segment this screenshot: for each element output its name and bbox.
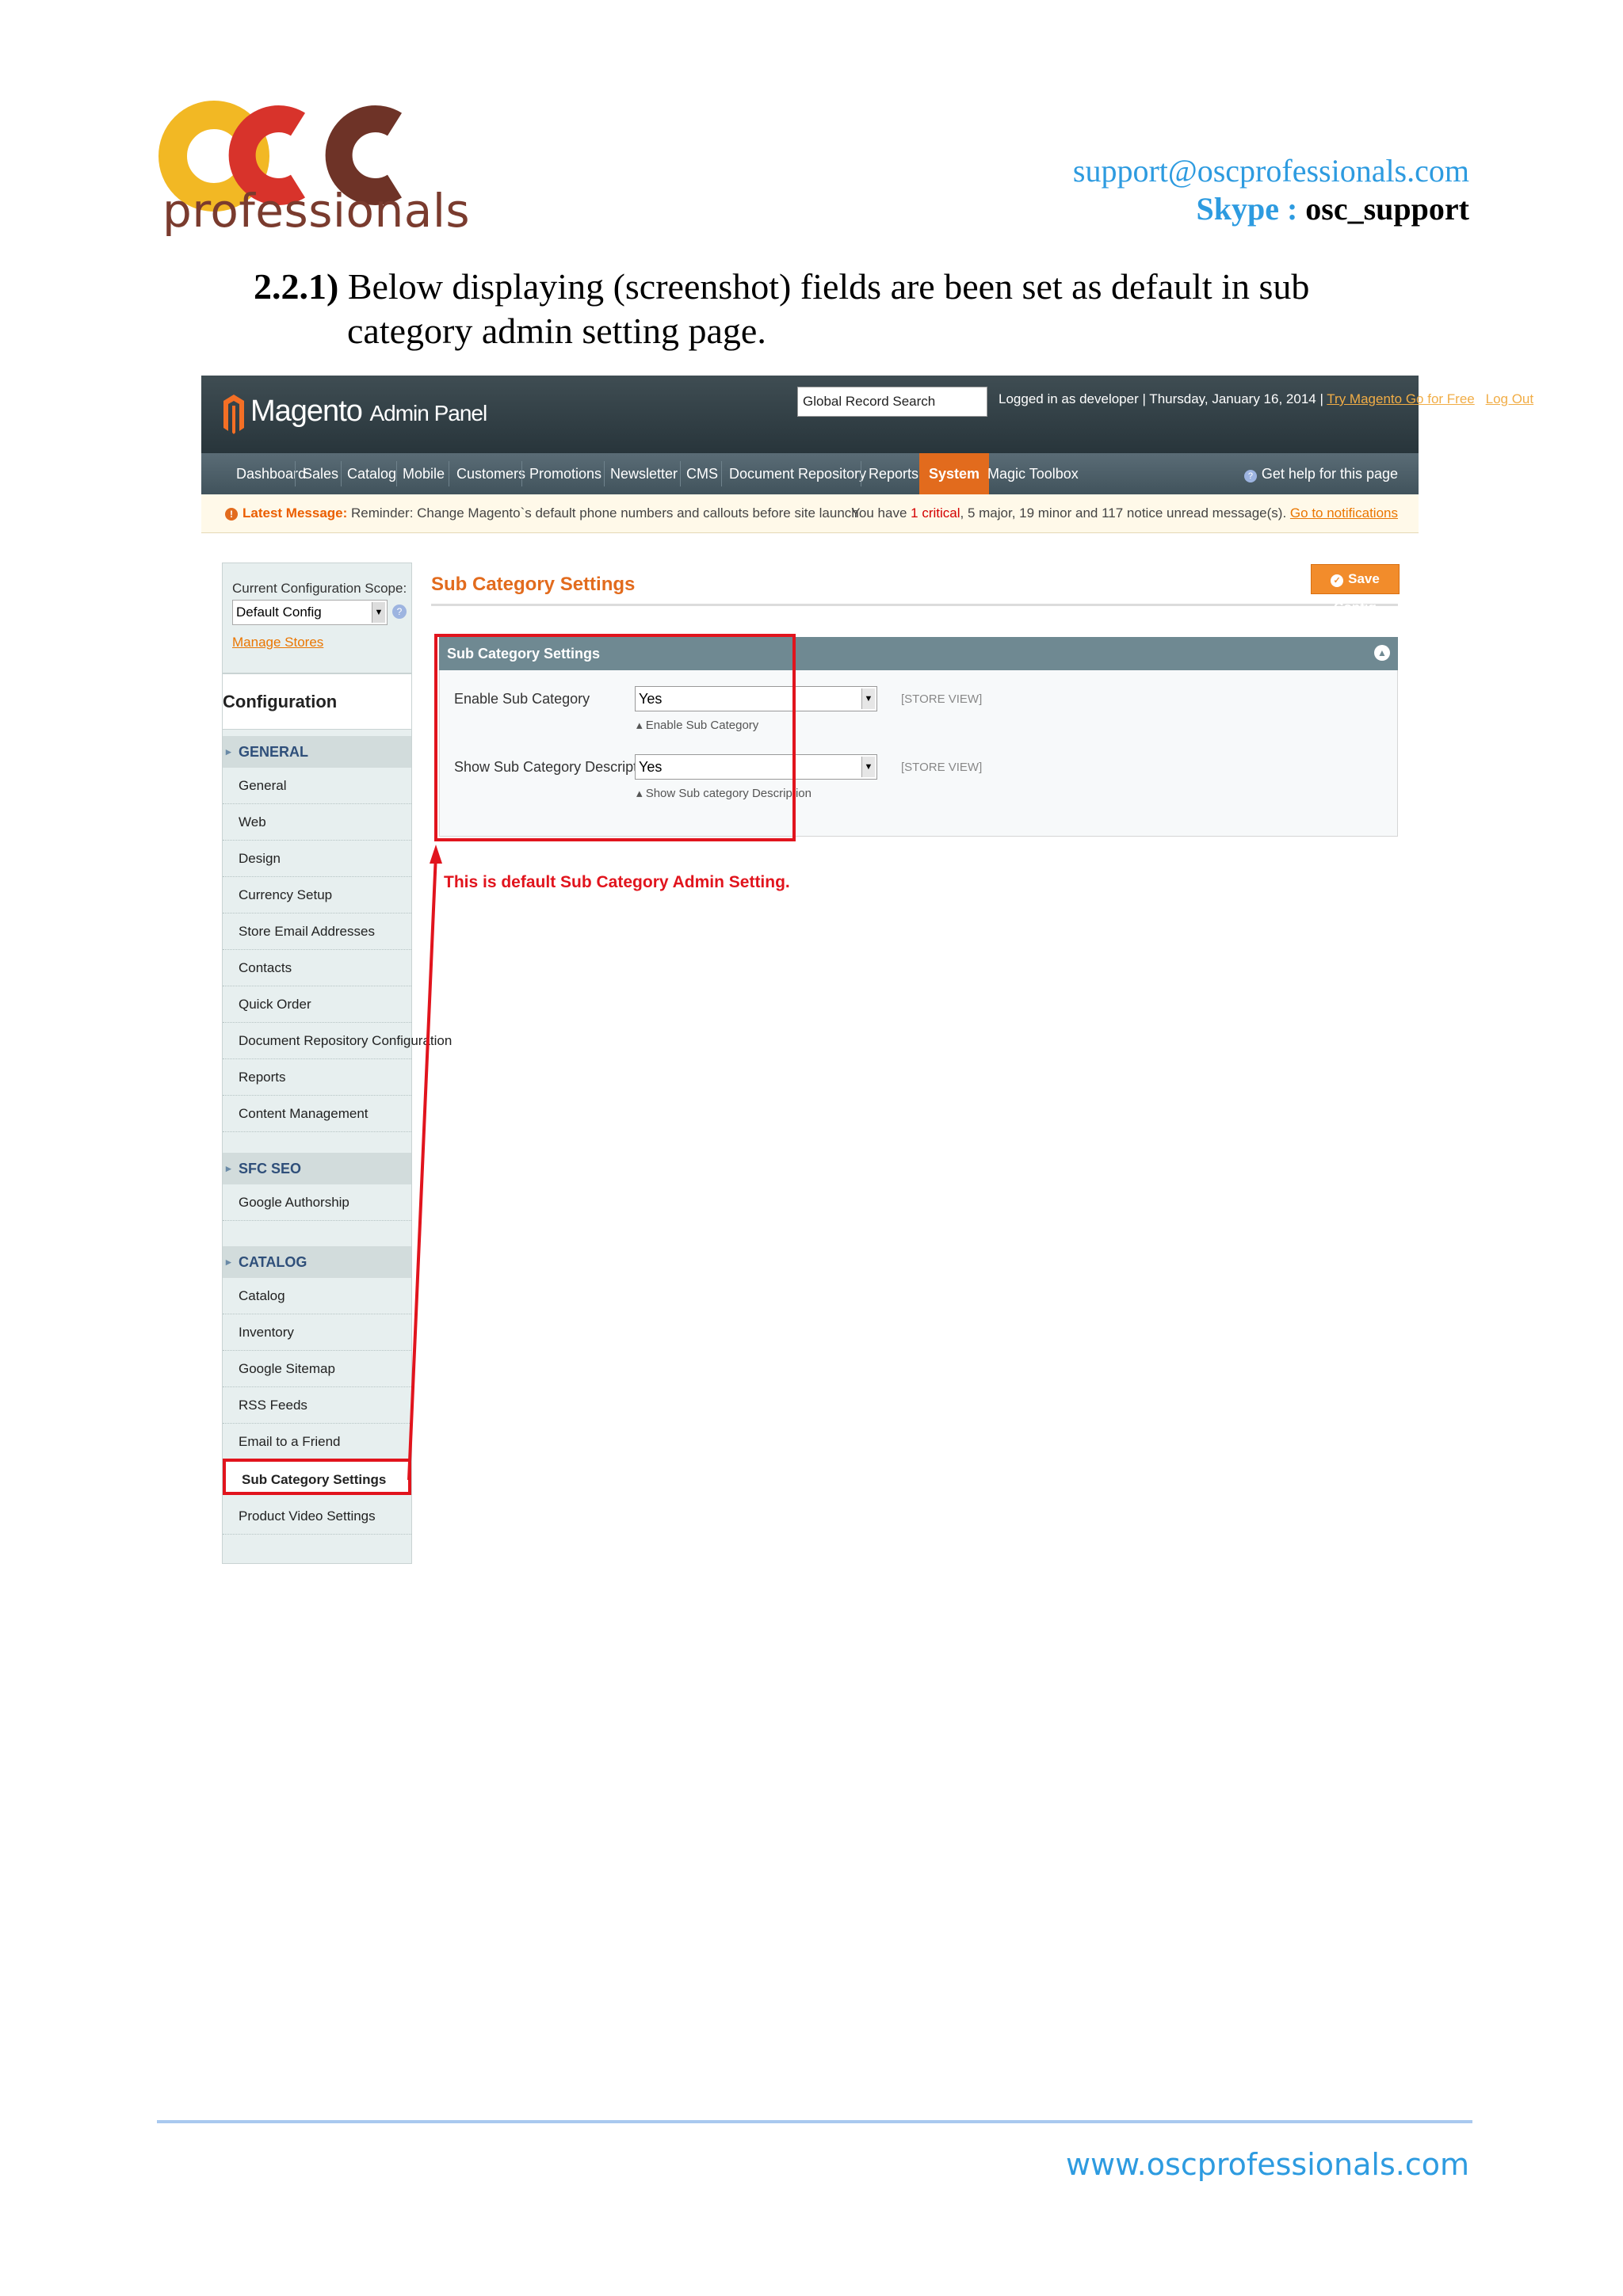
magento-logo-text: Magento Admin Panel bbox=[250, 395, 487, 428]
footer-website[interactable]: www.oscprofessionals.com bbox=[1066, 2147, 1469, 2182]
nav-system[interactable]: System bbox=[919, 453, 990, 494]
enable-sub-category-scope: [STORE VIEW] bbox=[901, 692, 983, 706]
nav-mobile[interactable]: Mobile bbox=[403, 453, 445, 494]
help-icon[interactable]: ? bbox=[392, 605, 407, 619]
sidebar-item-google-authorship[interactable]: Google Authorship bbox=[223, 1184, 411, 1221]
heading-line-2: category admin setting page. bbox=[347, 311, 766, 351]
scope-switcher: Current Configuration Scope: Default Con… bbox=[222, 563, 412, 673]
sidebar-item-inventory[interactable]: Inventory bbox=[223, 1314, 411, 1351]
sidebar-item-contacts[interactable]: Contacts bbox=[223, 950, 411, 986]
sidebar-item-general[interactable]: General bbox=[223, 768, 411, 804]
section-number: 2.2.1) bbox=[254, 266, 339, 307]
sidebar-item-store-email[interactable]: Store Email Addresses bbox=[223, 913, 411, 950]
unread-messages: You have 1 critical, 5 major, 19 minor a… bbox=[851, 505, 1398, 521]
save-config-button[interactable]: ✓ Save Config bbox=[1311, 564, 1400, 615]
contact-email[interactable]: support@oscprofessionals.com bbox=[1073, 152, 1469, 189]
nav-promotions[interactable]: Promotions bbox=[529, 453, 601, 494]
logo-wordmark: professionals bbox=[162, 184, 471, 238]
manage-stores-link[interactable]: Manage Stores bbox=[232, 635, 323, 650]
sidebar-item-document-repository[interactable]: Document Repository Configuration bbox=[223, 1023, 452, 1059]
group-general[interactable]: GENERAL bbox=[223, 736, 411, 768]
section-heading: 2.2.1) Below displaying (screenshot) fie… bbox=[254, 265, 1395, 353]
annotation-callout: This is default Sub Category Admin Setti… bbox=[444, 873, 790, 891]
skype-label: Skype : bbox=[1196, 191, 1298, 227]
sidebar-item-content-management[interactable]: Content Management bbox=[223, 1096, 411, 1132]
nav-sales[interactable]: Sales bbox=[303, 453, 338, 494]
sidebar-item-sub-category-settings[interactable]: Sub Category Settings bbox=[223, 1459, 411, 1495]
help-link[interactable]: ? Get help for this page bbox=[1243, 453, 1398, 494]
nav-reports[interactable]: Reports bbox=[869, 453, 918, 494]
annotation-highlight-box bbox=[434, 634, 796, 841]
main-navigation: Dashboard Sales Catalog Mobile Customers… bbox=[201, 453, 1419, 494]
nav-document-repository[interactable]: Document Repository bbox=[729, 453, 866, 494]
magento-header: Magento Admin Panel Global Record Search… bbox=[201, 376, 1533, 453]
sidebar-item-reports[interactable]: Reports bbox=[223, 1059, 411, 1096]
magento-screenshot: Magento Admin Panel Global Record Search… bbox=[201, 376, 1533, 1564]
footer-divider bbox=[157, 2120, 1472, 2123]
try-magento-link[interactable]: Try Magento Go for Free bbox=[1327, 391, 1474, 406]
sidebar-item-email-friend[interactable]: Email to a Friend bbox=[223, 1424, 411, 1460]
show-description-scope: [STORE VIEW] bbox=[901, 761, 983, 774]
collapse-icon[interactable]: ▲ bbox=[1374, 645, 1390, 661]
sidebar-item-quick-order[interactable]: Quick Order bbox=[223, 986, 411, 1023]
sidebar-item-design[interactable]: Design bbox=[223, 841, 411, 877]
contact-skype: Skype : osc_support bbox=[1196, 190, 1469, 227]
sidebar-title: Configuration bbox=[223, 674, 411, 730]
notifications-link[interactable]: Go to notifications bbox=[1290, 505, 1398, 521]
sidebar-item-google-sitemap[interactable]: Google Sitemap bbox=[223, 1351, 411, 1387]
sidebar-item-product-video-settings[interactable]: Product Video Settings bbox=[223, 1498, 411, 1535]
sidebar-item-rss-feeds[interactable]: RSS Feeds bbox=[223, 1387, 411, 1424]
magento-logo-icon bbox=[223, 395, 244, 434]
warning-icon: ! bbox=[225, 508, 238, 521]
sidebar-item-catalog[interactable]: Catalog bbox=[223, 1278, 411, 1314]
chevron-down-icon: ▼ bbox=[861, 688, 875, 709]
sidebar-item-currency-setup[interactable]: Currency Setup bbox=[223, 877, 411, 913]
global-search-input[interactable]: Global Record Search bbox=[797, 387, 987, 417]
nav-cms[interactable]: CMS bbox=[686, 453, 718, 494]
user-info: Logged in as developer | Thursday, Janua… bbox=[999, 391, 1534, 406]
page-title: Sub Category Settings bbox=[431, 574, 636, 595]
chevron-down-icon: ▼ bbox=[372, 602, 385, 623]
sidebar-item-web[interactable]: Web bbox=[223, 804, 411, 841]
logout-link[interactable]: Log Out bbox=[1486, 391, 1534, 406]
scope-select[interactable]: Default Config ▼ bbox=[232, 600, 388, 625]
group-sfc-seo[interactable]: SFC SEO bbox=[223, 1153, 411, 1184]
nav-magic-toolbox[interactable]: Magic Toolbox bbox=[987, 453, 1079, 494]
nav-catalog[interactable]: Catalog bbox=[347, 453, 396, 494]
scope-label: Current Configuration Scope: bbox=[232, 581, 407, 596]
latest-message: ! Latest Message: Reminder: Change Magent… bbox=[225, 494, 859, 532]
group-catalog[interactable]: CATALOG bbox=[223, 1246, 411, 1278]
heading-line-1: Below displaying (screenshot) fields are… bbox=[347, 266, 1310, 307]
help-icon: ? bbox=[1243, 470, 1257, 482]
skype-id: osc_support bbox=[1305, 191, 1469, 227]
check-icon: ✓ bbox=[1331, 574, 1344, 587]
title-divider bbox=[431, 604, 1398, 606]
configuration-sidebar: Configuration GENERAL General Web Design… bbox=[222, 673, 452, 1564]
nav-newsletter[interactable]: Newsletter bbox=[610, 453, 678, 494]
nav-customers[interactable]: Customers bbox=[456, 453, 525, 494]
chevron-down-icon: ▼ bbox=[861, 757, 875, 777]
notification-bar: ! Latest Message: Reminder: Change Magent… bbox=[201, 494, 1419, 533]
